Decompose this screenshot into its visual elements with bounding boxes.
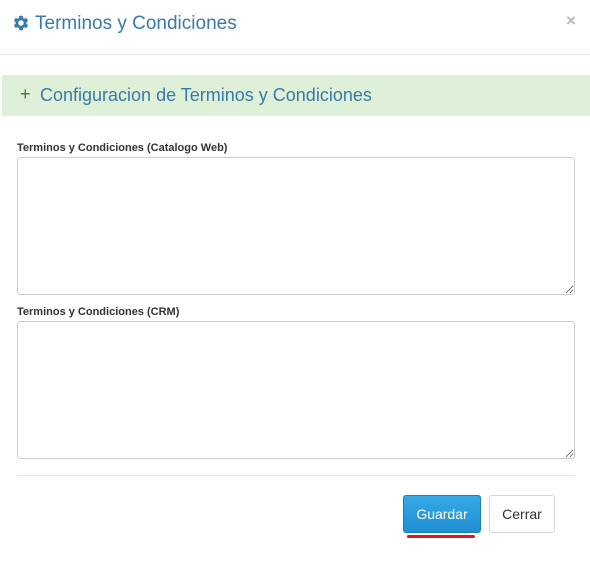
- close-icon[interactable]: ×: [566, 12, 576, 30]
- save-button-underline: [407, 535, 475, 538]
- gear-icon: [12, 14, 30, 32]
- crm-terms-label: Terminos y Condiciones (CRM): [17, 306, 180, 318]
- modal-dialog: Terminos y Condiciones × + Configuracion…: [0, 0, 590, 577]
- plus-icon: +: [20, 84, 31, 104]
- modal-title: Terminos y Condiciones: [35, 13, 237, 34]
- catalog-web-terms-textarea[interactable]: [17, 157, 575, 295]
- close-button[interactable]: Cerrar: [489, 495, 555, 533]
- save-button[interactable]: Guardar: [403, 495, 481, 533]
- config-panel-header[interactable]: + Configuracion de Terminos y Condicione…: [2, 75, 590, 116]
- footer-divider: [17, 475, 575, 476]
- catalog-web-terms-label: Terminos y Condiciones (Catalogo Web): [17, 142, 228, 154]
- config-panel-title: Configuracion de Terminos y Condiciones: [40, 85, 372, 105]
- modal-header: Terminos y Condiciones ×: [0, 0, 590, 55]
- crm-terms-textarea[interactable]: [17, 321, 575, 459]
